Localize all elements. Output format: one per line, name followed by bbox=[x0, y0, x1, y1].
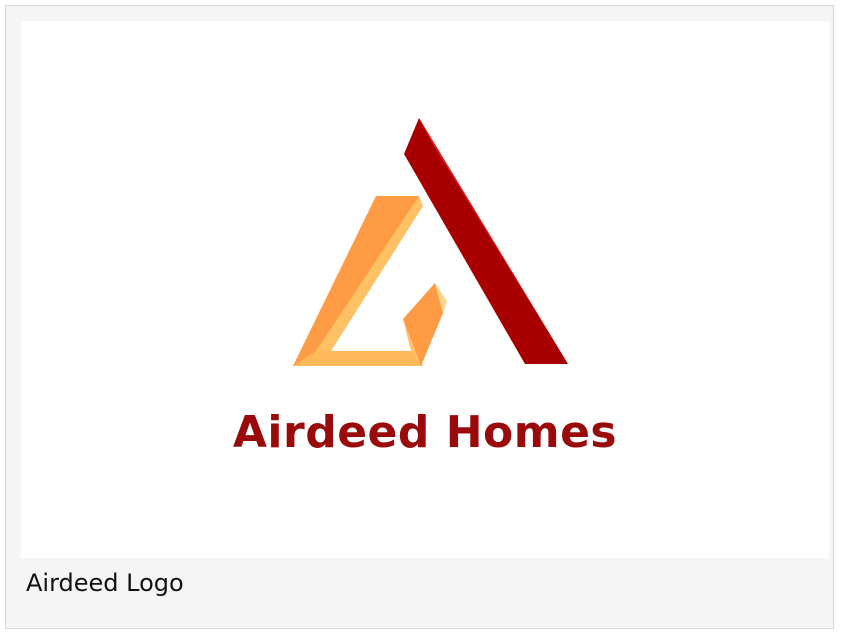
brand-name-text: Airdeed Homes bbox=[232, 407, 618, 458]
logo-image: Airdeed Homes bbox=[21, 21, 829, 558]
triangle-house-icon bbox=[293, 118, 568, 366]
orange-bracket-shape bbox=[293, 196, 447, 366]
image-card: Airdeed Homes Airdeed Logo bbox=[5, 5, 834, 629]
image-caption: Airdeed Logo bbox=[26, 569, 184, 597]
